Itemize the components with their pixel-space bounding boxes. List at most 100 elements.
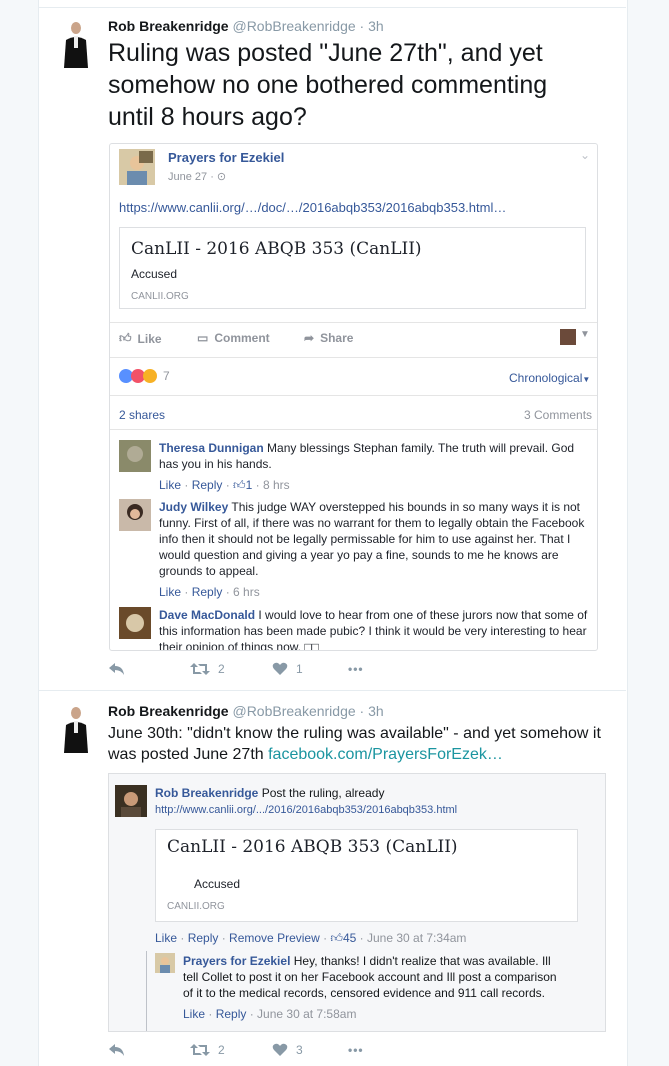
comment-time: · 8 hrs bbox=[255, 478, 290, 492]
tweet-link[interactable]: facebook.com/PrayersForEzek… bbox=[268, 746, 503, 763]
post-link[interactable]: https://www.canlii.org/…/doc/…/2016abqb3… bbox=[119, 200, 506, 215]
chevron-down-icon[interactable]: ⌄ bbox=[580, 148, 590, 162]
top-divider bbox=[38, 7, 626, 8]
card-title: CanLII - 2016 ABQB 353 (CanLII) bbox=[131, 239, 422, 259]
reply-thread-line bbox=[146, 951, 147, 1031]
comment-meta: Like · Reply · Remove Preview · 👍︎45 · J… bbox=[155, 931, 467, 945]
share-action[interactable]: ➦ Share bbox=[304, 331, 353, 345]
tweet-text: Ruling was posted "June 27th", and yet s… bbox=[108, 39, 548, 131]
comment-like-count[interactable]: 1 bbox=[246, 478, 253, 492]
link-card[interactable]: CanLII - 2016 ABQB 353 (CanLII) Accused … bbox=[155, 829, 578, 922]
tweet-divider bbox=[38, 690, 626, 691]
author-name[interactable]: Rob Breakenridge bbox=[108, 18, 229, 34]
divider bbox=[110, 429, 597, 430]
reply-time: · June 30 at 7:58am bbox=[249, 1007, 357, 1021]
heart-icon bbox=[272, 1043, 288, 1056]
commenter-name[interactable]: Dave MacDonald bbox=[159, 608, 255, 622]
sort-label: Chronological bbox=[509, 371, 583, 385]
card-title: CanLII - 2016 ABQB 353 (CanLII) bbox=[167, 837, 458, 857]
caret-down-icon: ▼ bbox=[582, 375, 591, 384]
globe-icon: ⊙ bbox=[216, 171, 227, 183]
thumbs-up-icon: 👍︎ bbox=[330, 931, 343, 945]
like-button[interactable]: 1 bbox=[272, 662, 303, 676]
comment-like-link[interactable]: Like bbox=[159, 478, 181, 492]
post-date: June 27 · ⊙ bbox=[168, 170, 226, 183]
retweet-count: 2 bbox=[218, 662, 225, 676]
like-count: 1 bbox=[296, 662, 303, 676]
author-handle[interactable]: @RobBreakenridge bbox=[232, 18, 355, 34]
comments-count[interactable]: 3 Comments bbox=[524, 408, 592, 422]
commenter-avatar[interactable] bbox=[119, 440, 151, 472]
reply-button[interactable] bbox=[108, 662, 126, 676]
divider bbox=[110, 357, 597, 358]
commenter-name[interactable]: Judy Wilkey bbox=[159, 500, 228, 514]
reply-like-link[interactable]: Like bbox=[183, 1007, 205, 1021]
retweet-button[interactable]: 2 bbox=[190, 662, 225, 676]
comment-label: Comment bbox=[214, 331, 270, 345]
heart-icon bbox=[272, 662, 288, 675]
page-avatar[interactable] bbox=[119, 149, 155, 185]
avatar[interactable] bbox=[58, 18, 94, 70]
shares-link[interactable]: 2 shares bbox=[119, 408, 165, 422]
share-label: Share bbox=[320, 331, 354, 345]
post-date-text[interactable]: June 27 · bbox=[168, 171, 217, 183]
like-action[interactable]: 👍︎ Like bbox=[119, 331, 162, 346]
comment-time: · June 30 at 7:34am bbox=[359, 931, 467, 945]
comment-reply-link[interactable]: Reply bbox=[192, 585, 223, 599]
caret-down-icon[interactable]: ▼ bbox=[580, 329, 590, 340]
more-icon[interactable]: ••• bbox=[348, 662, 364, 676]
comment-body: Rob Breakenridge Post the ruling, alread… bbox=[155, 785, 595, 818]
retweet-button[interactable]: 2 bbox=[190, 1043, 225, 1057]
card-description: Accused bbox=[131, 267, 178, 281]
link-card[interactable]: CanLII - 2016 ABQB 353 (CanLII) Accused … bbox=[119, 227, 586, 309]
sort-dropdown[interactable]: Chronological▼ bbox=[509, 371, 590, 385]
comment-reply-link[interactable]: Reply bbox=[188, 931, 219, 945]
card-source: CANLII.ORG bbox=[167, 901, 225, 912]
tweet-author[interactable]: Rob Breakenridge @RobBreakenridge · 3h bbox=[108, 18, 384, 34]
tweet-text: June 30th: "didn't know the ruling was a… bbox=[108, 723, 628, 765]
sad-reaction-icon bbox=[143, 369, 157, 383]
tweet-time[interactable]: · 3h bbox=[360, 18, 384, 34]
commenter-name[interactable]: Theresa Dunnigan bbox=[159, 441, 264, 455]
retweet-icon bbox=[190, 1044, 210, 1056]
facebook-embed[interactable]: Prayers for Ezekiel June 27 · ⊙ ⌄ https:… bbox=[109, 143, 598, 651]
reply-reply-link[interactable]: Reply bbox=[216, 1007, 247, 1021]
more-icon[interactable]: ••• bbox=[348, 1043, 364, 1057]
reply-avatar[interactable] bbox=[155, 953, 175, 973]
commenter-avatar[interactable] bbox=[119, 607, 151, 639]
comment-like-link[interactable]: Like bbox=[159, 585, 181, 599]
retweet-icon bbox=[190, 663, 210, 675]
share-icon: ➦ bbox=[304, 331, 315, 345]
tweet-time[interactable]: · 3h bbox=[360, 703, 384, 719]
like-label: Like bbox=[137, 331, 162, 346]
commenter-avatar[interactable] bbox=[115, 785, 147, 817]
reply-button[interactable] bbox=[108, 1043, 126, 1057]
commenter-avatar[interactable] bbox=[119, 499, 151, 531]
reply-author[interactable]: Prayers for Ezekiel bbox=[183, 954, 290, 968]
reply-body: Prayers for Ezekiel Hey, thanks! I didn'… bbox=[183, 954, 557, 1021]
avatar[interactable] bbox=[58, 703, 94, 755]
comment-action[interactable]: ▭ Comment bbox=[197, 331, 270, 345]
divider bbox=[110, 322, 597, 323]
comment-like-link[interactable]: Like bbox=[155, 931, 177, 945]
comment-url[interactable]: http://www.canlii.org/.../2016/2016abqb3… bbox=[155, 804, 457, 816]
remove-preview-link[interactable]: Remove Preview bbox=[229, 931, 320, 945]
viewer-avatar[interactable] bbox=[560, 329, 576, 345]
tweet-author[interactable]: Rob Breakenridge @RobBreakenridge · 3h bbox=[108, 703, 384, 719]
card-source: CANLII.ORG bbox=[131, 291, 189, 302]
facebook-comment-embed[interactable]: Rob Breakenridge Post the ruling, alread… bbox=[108, 773, 606, 1032]
comment-like-count[interactable]: 45 bbox=[343, 931, 356, 945]
like-count: 3 bbox=[296, 1043, 303, 1057]
tweet-actions: 2 1 ••• bbox=[108, 662, 408, 682]
like-button[interactable]: 3 bbox=[272, 1043, 303, 1057]
author-handle[interactable]: @RobBreakenridge bbox=[232, 703, 355, 719]
reply-icon bbox=[109, 663, 124, 675]
author-name[interactable]: Rob Breakenridge bbox=[108, 703, 229, 719]
tweet-actions: 2 3 ••• bbox=[108, 1043, 408, 1063]
thumbs-up-icon: 👍︎ bbox=[233, 478, 246, 492]
reactions[interactable]: 7 bbox=[119, 369, 170, 383]
commenter-name[interactable]: Rob Breakenridge bbox=[155, 786, 258, 800]
comment-reply-link[interactable]: Reply bbox=[192, 478, 223, 492]
page-name[interactable]: Prayers for Ezekiel bbox=[168, 150, 284, 165]
retweet-count: 2 bbox=[218, 1043, 225, 1057]
